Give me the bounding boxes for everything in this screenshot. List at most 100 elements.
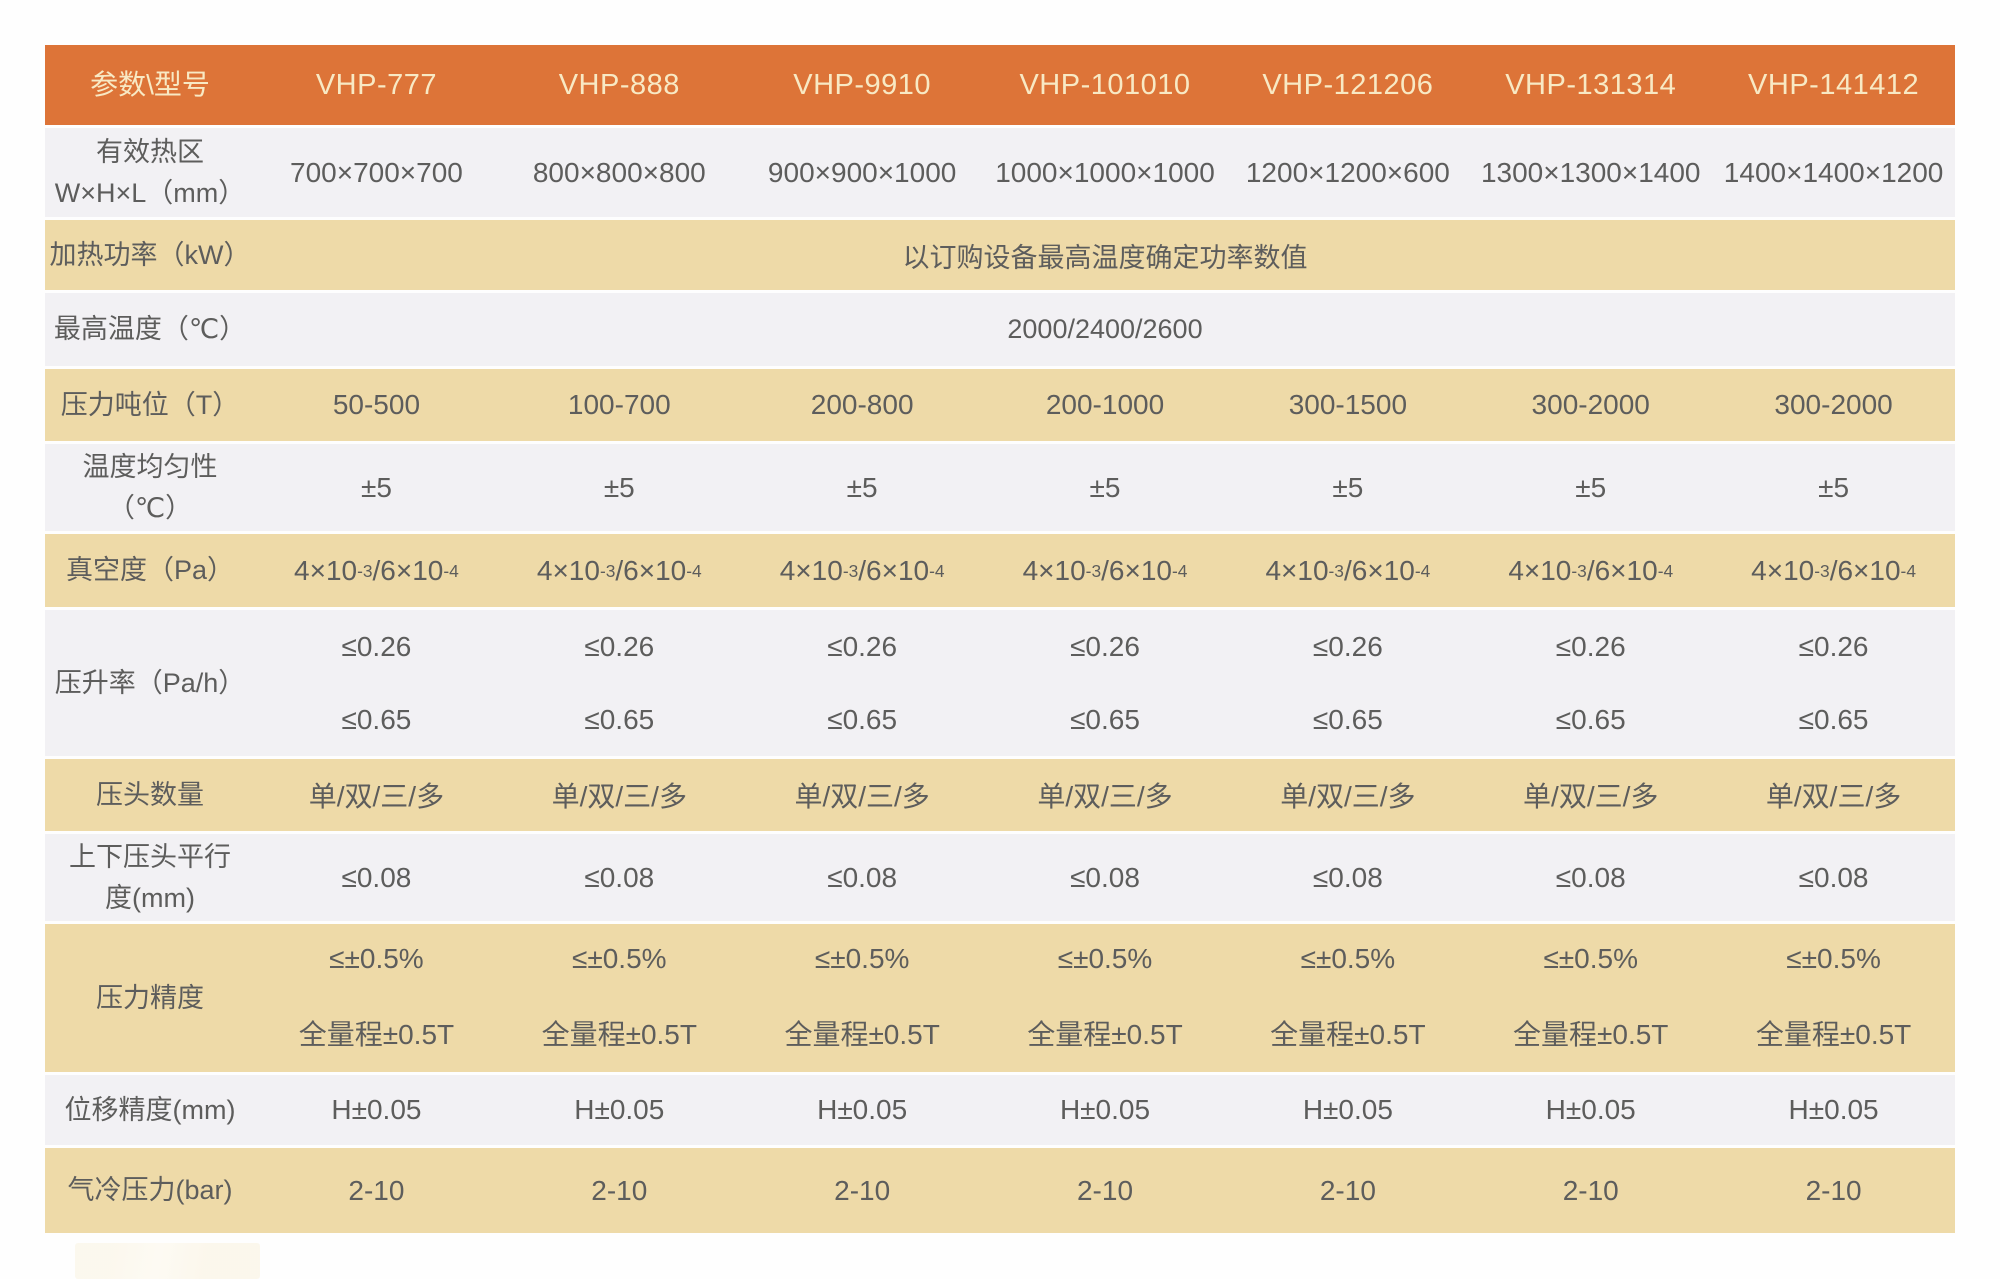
spec-value-cell: ≤0.65 [1226, 704, 1469, 736]
spec-value-cell: 单/双/三/多 [984, 759, 1227, 831]
spec-value-cell: 900×900×1000 [741, 128, 984, 217]
spec-value-cell: H±0.05 [1469, 1075, 1712, 1145]
spec-value-cell: 200-800 [741, 369, 984, 441]
header-cell-model: VHP-121206 [1226, 45, 1469, 125]
spec-value-cell: ≤0.08 [498, 834, 741, 921]
spec-span-value: 2000/2400/2600 [255, 293, 1955, 366]
row-label-line: （℃） [108, 488, 192, 529]
spec-value-cell: ±5 [741, 444, 984, 531]
row-label-line: 温度均匀性 [83, 447, 218, 488]
row-label: 气冷压力(bar) [45, 1148, 255, 1233]
spec-value-cell: ≤0.26 [498, 631, 741, 663]
spec-value-cell: H±0.05 [1712, 1075, 1955, 1145]
row-values: 2-102-102-102-102-102-102-10 [255, 1148, 1955, 1233]
row-label-line: 压力精度 [96, 978, 204, 1019]
table-row: 压升率（Pa/h）≤0.26≤0.26≤0.26≤0.26≤0.26≤0.26≤… [45, 610, 1955, 756]
row-label-line: 位移精度(mm) [65, 1090, 236, 1131]
spec-value-cell: ≤0.65 [255, 704, 498, 736]
row-label-line: 压升率（Pa/h） [55, 663, 246, 704]
row-label-line: 加热功率（kW） [50, 235, 251, 276]
spec-value-cell: ≤±0.5% [498, 943, 741, 975]
spec-value-cell: 4×10-3/6×10-4 [984, 534, 1227, 607]
spec-value-cell: ≤0.26 [984, 631, 1227, 663]
row-label: 最高温度（℃） [45, 293, 255, 366]
row-label-line: 压力吨位（T） [61, 385, 240, 426]
row-values: 50-500100-700200-800200-1000300-1500300-… [255, 369, 1955, 441]
spec-value-cell: ≤±0.5% [984, 943, 1227, 975]
row-label-line: 气冷压力(bar) [67, 1170, 232, 1211]
spec-value-cell: H±0.05 [498, 1075, 741, 1145]
row-label: 压力吨位（T） [45, 369, 255, 441]
header-cell-params: 参数\型号 [45, 45, 255, 125]
row-values: ±5±5±5±5±5±5±5 [255, 444, 1955, 531]
spec-value-cell: ≤0.65 [741, 704, 984, 736]
spec-value-cell: 4×10-3/6×10-4 [498, 534, 741, 607]
spec-value-cell: ≤±0.5% [1226, 943, 1469, 975]
header-cell-model: VHP-888 [498, 45, 741, 125]
spec-value-cell: 200-1000 [984, 369, 1227, 441]
row-label: 压力精度 [45, 924, 255, 1072]
spec-value-cell: ±5 [1469, 444, 1712, 531]
table-row: 上下压头平行度(mm)≤0.08≤0.08≤0.08≤0.08≤0.08≤0.0… [45, 834, 1955, 921]
spec-value-cell: ≤0.08 [1712, 834, 1955, 921]
spec-value-cell: 全量程±0.5T [255, 1013, 498, 1053]
row-values: ≤0.08≤0.08≤0.08≤0.08≤0.08≤0.08≤0.08 [255, 834, 1955, 921]
spec-value-cell: ±5 [498, 444, 741, 531]
spec-value-cell: 全量程±0.5T [984, 1013, 1227, 1053]
row-label-line: 真空度（Pa） [66, 550, 234, 591]
table-row: 位移精度(mm)H±0.05H±0.05H±0.05H±0.05H±0.05H±… [45, 1075, 1955, 1145]
spec-value-cell: 2-10 [1226, 1148, 1469, 1233]
spec-value-cell: 4×10-3/6×10-4 [741, 534, 984, 607]
row-label: 温度均匀性（℃） [45, 444, 255, 531]
spec-value-cell: 全量程±0.5T [741, 1013, 984, 1053]
row-stacked-values: ≤±0.5%≤±0.5%≤±0.5%≤±0.5%≤±0.5%≤±0.5%≤±0.… [255, 924, 1955, 1072]
spec-value-cell: ≤0.65 [1469, 704, 1712, 736]
spec-value-cell: ≤0.65 [498, 704, 741, 736]
header-cell-model: VHP-9910 [741, 45, 984, 125]
spec-value-cell: 700×700×700 [255, 128, 498, 217]
spec-value-cell: ≤±0.5% [1469, 943, 1712, 975]
spec-value-cell: ±5 [255, 444, 498, 531]
spec-value-cell: 全量程±0.5T [1712, 1013, 1955, 1053]
spec-value-cell: 单/双/三/多 [255, 759, 498, 831]
spec-span-value: 以订购设备最高温度确定功率数值 [255, 220, 1955, 290]
spec-value-cell: 2-10 [1469, 1148, 1712, 1233]
row-label-line: 压头数量 [96, 775, 204, 816]
spec-value-cell: ≤0.08 [1469, 834, 1712, 921]
row-label: 真空度（Pa） [45, 534, 255, 607]
spec-value-cell: ±5 [1712, 444, 1955, 531]
spec-value-cell: H±0.05 [984, 1075, 1227, 1145]
spec-value-cell: ≤0.26 [1226, 631, 1469, 663]
row-label-line: 最高温度（℃） [54, 309, 246, 350]
spec-value-cell: ≤0.26 [1469, 631, 1712, 663]
spec-value-cell: ≤0.26 [741, 631, 984, 663]
spec-value-cell: ≤±0.5% [255, 943, 498, 975]
spec-value-cell: 4×10-3/6×10-4 [1712, 534, 1955, 607]
row-label: 位移精度(mm) [45, 1075, 255, 1145]
header-cell-model: VHP-131314 [1469, 45, 1712, 125]
spec-value-cell: 100-700 [498, 369, 741, 441]
table-row: 压力精度≤±0.5%≤±0.5%≤±0.5%≤±0.5%≤±0.5%≤±0.5%… [45, 924, 1955, 1072]
stacked-line: 全量程±0.5T全量程±0.5T全量程±0.5T全量程±0.5T全量程±0.5T… [255, 1013, 1955, 1053]
row-stacked-values: ≤0.26≤0.26≤0.26≤0.26≤0.26≤0.26≤0.26 ≤0.65… [255, 610, 1955, 756]
spec-value-cell: 2-10 [255, 1148, 498, 1233]
spec-value-cell: 800×800×800 [498, 128, 741, 217]
spec-value-cell: 2-10 [741, 1148, 984, 1233]
table-row: 真空度（Pa）4×10-3/6×10-44×10-3/6×10-44×10-3/… [45, 534, 1955, 607]
spec-value-cell: ≤±0.5% [1712, 943, 1955, 975]
spec-value-cell: ≤0.08 [255, 834, 498, 921]
spec-value-cell: 300-2000 [1712, 369, 1955, 441]
spec-value-cell: 300-1500 [1226, 369, 1469, 441]
spec-value-cell: 2-10 [1712, 1148, 1955, 1233]
spec-value-cell: 4×10-3/6×10-4 [1469, 534, 1712, 607]
spec-value-cell: ≤0.08 [984, 834, 1227, 921]
spec-value-cell: 1200×1200×600 [1226, 128, 1469, 217]
spec-value-cell: ≤0.65 [1712, 704, 1955, 736]
table-row: 温度均匀性（℃）±5±5±5±5±5±5±5 [45, 444, 1955, 531]
stacked-line: ≤0.26≤0.26≤0.26≤0.26≤0.26≤0.26≤0.26 [255, 631, 1955, 663]
spec-value-cell: 单/双/三/多 [498, 759, 741, 831]
spec-value-cell: 4×10-3/6×10-4 [1226, 534, 1469, 607]
header-cell-model: VHP-101010 [984, 45, 1227, 125]
spec-value-cell: H±0.05 [255, 1075, 498, 1145]
row-label-line: W×H×L（mm） [55, 173, 246, 214]
